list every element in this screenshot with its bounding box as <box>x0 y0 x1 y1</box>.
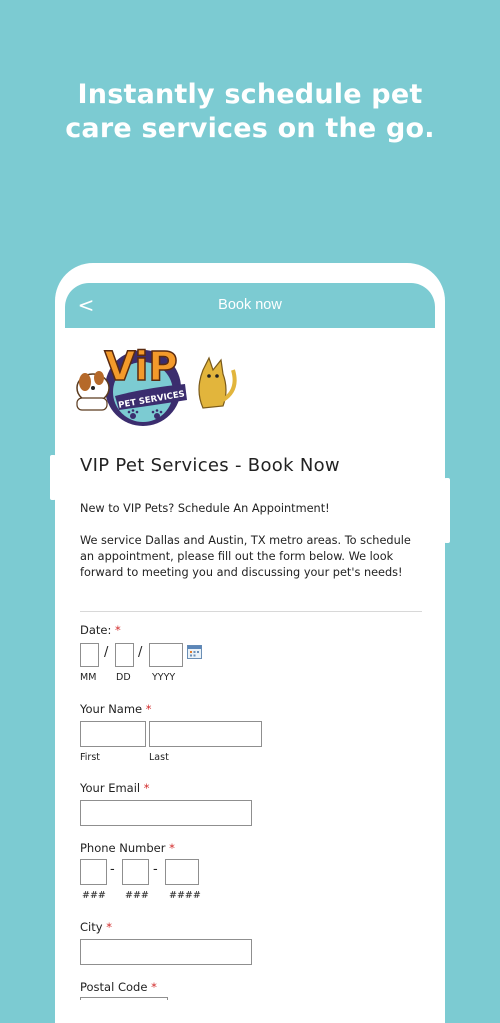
required-marker: * <box>151 980 157 994</box>
date-separator: / <box>138 645 143 660</box>
city-label: City * <box>80 920 112 934</box>
intro-paragraph-1: New to VIP Pets? Schedule An Appointment… <box>80 502 330 515</box>
phone-line-input[interactable] <box>165 859 199 885</box>
date-day-hint: DD <box>116 672 131 683</box>
date-year-hint: YYYY <box>152 672 176 683</box>
email-label: Your Email * <box>80 781 150 795</box>
last-name-hint: Last <box>149 752 169 763</box>
phone-label: Phone Number * <box>80 841 175 855</box>
date-separator: / <box>104 645 109 660</box>
phone-area-input[interactable] <box>80 859 107 885</box>
date-label: Date: * <box>80 623 121 637</box>
app-bar: Book now < <box>65 283 435 328</box>
date-day-input[interactable] <box>115 643 134 667</box>
back-button[interactable]: < <box>73 291 99 319</box>
required-marker: * <box>143 781 150 795</box>
headline-line-2: care services on the go. <box>65 113 435 144</box>
phone-prefix-input[interactable] <box>122 859 149 885</box>
divider <box>80 611 422 612</box>
logo-main-text: ViP <box>104 344 177 390</box>
form-intro: New to VIP Pets? Schedule An Appointment… <box>80 501 425 597</box>
intro-paragraph-2: We service Dallas and Austin, TX metro a… <box>80 534 411 579</box>
first-name-hint: First <box>80 752 100 763</box>
date-year-input[interactable] <box>149 643 183 667</box>
cat-illustration <box>198 356 237 409</box>
first-name-input[interactable] <box>80 721 146 747</box>
chevron-left-icon: < <box>77 293 95 317</box>
app-bar-title: Book now <box>218 297 282 313</box>
promo-headline: Instantly schedule pet care services on … <box>0 78 500 146</box>
phone-area-hint: ### <box>82 890 106 901</box>
postal-code-label: Postal Code * <box>80 980 157 994</box>
headline-line-1: Instantly schedule pet <box>77 79 423 110</box>
date-month-input[interactable] <box>80 643 99 667</box>
date-month-hint: MM <box>80 672 97 683</box>
name-label: Your Name * <box>80 702 152 716</box>
email-input[interactable] <box>80 800 252 826</box>
required-marker: * <box>115 623 121 637</box>
form-title: VIP Pet Services - Book Now <box>80 455 340 476</box>
phone-separator: - <box>110 862 115 877</box>
required-marker: * <box>169 841 175 855</box>
vip-pet-services-logo: ViP PET SERVICES <box>76 343 237 426</box>
last-name-input[interactable] <box>149 721 262 747</box>
city-input[interactable] <box>80 939 252 965</box>
phone-line-hint: #### <box>169 890 201 901</box>
required-marker: * <box>106 920 112 934</box>
phone-separator: - <box>153 862 158 877</box>
phone-prefix-hint: ### <box>125 890 149 901</box>
required-marker: * <box>145 702 152 716</box>
calendar-icon[interactable] <box>187 645 202 659</box>
